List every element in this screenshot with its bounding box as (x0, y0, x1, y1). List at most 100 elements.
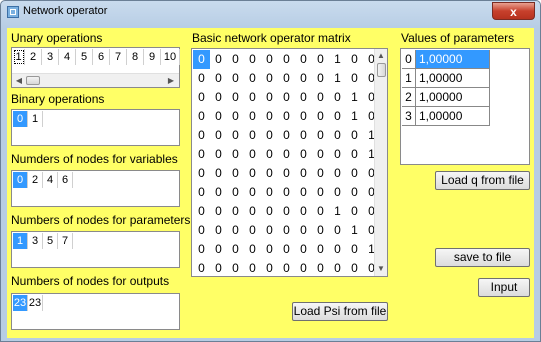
matrix-cell[interactable]: 0 (261, 50, 278, 69)
matrix-cell[interactable]: 0 (312, 183, 329, 202)
unary-cell[interactable]: 2 (25, 49, 42, 65)
matrix-cell[interactable]: 0 (244, 126, 261, 145)
parameters_nodes-cell[interactable]: 5 (43, 233, 58, 249)
matrix-cell[interactable]: 0 (295, 221, 312, 240)
matrix-cell[interactable]: 0 (244, 50, 261, 69)
load-psi-button[interactable]: Load Psi from file (292, 302, 388, 321)
matrix-cell[interactable]: 0 (312, 88, 329, 107)
matrix-cell[interactable]: 0 (295, 69, 312, 88)
matrix-cell[interactable]: 0 (210, 202, 227, 221)
variables-cell[interactable]: 2 (28, 172, 43, 188)
matrix-cell[interactable]: 0 (193, 164, 210, 183)
matrix-cell[interactable]: 0 (278, 221, 295, 240)
matrix-cell[interactable]: 0 (193, 202, 210, 221)
matrix-cell[interactable]: 0 (346, 50, 363, 69)
matrix-cell[interactable]: 0 (278, 88, 295, 107)
matrix-cell[interactable]: 0 (346, 240, 363, 259)
unary-hscrollbar[interactable]: ◀ ▶ (12, 73, 179, 87)
matrix-cell[interactable]: 0 (244, 88, 261, 107)
matrix-cell[interactable]: 0 (193, 183, 210, 202)
load-q-button[interactable]: Load q from file (435, 171, 530, 190)
matrix-cell[interactable]: 0 (278, 202, 295, 221)
close-button[interactable]: x (492, 2, 535, 20)
matrix-cell[interactable]: 0 (261, 202, 278, 221)
matrix-cell[interactable]: 0 (261, 145, 278, 164)
scroll-left-icon[interactable]: ◀ (12, 74, 26, 88)
matrix-cell[interactable]: 0 (295, 88, 312, 107)
matrix-cell[interactable]: 0 (312, 240, 329, 259)
matrix-cell[interactable]: 0 (346, 259, 363, 276)
matrix-cell[interactable]: 0 (278, 126, 295, 145)
binary-grid[interactable]: 01 (11, 109, 180, 146)
matrix-cell[interactable]: 0 (312, 50, 329, 69)
unary-cell[interactable]: 9 (144, 49, 161, 65)
param-row[interactable]: 1 1,00000 (402, 69, 490, 88)
matrix-cell[interactable]: 0 (193, 126, 210, 145)
matrix-cell[interactable]: 0 (261, 240, 278, 259)
matrix-cell[interactable]: 1 (329, 50, 346, 69)
unary-scroll-thumb[interactable] (26, 76, 40, 85)
matrix-cell[interactable]: 0 (278, 240, 295, 259)
variables-cell[interactable]: 0 (13, 172, 28, 188)
matrix-cell[interactable]: 0 (261, 88, 278, 107)
matrix-cell[interactable]: 0 (227, 240, 244, 259)
matrix-cell[interactable]: 1 (329, 202, 346, 221)
matrix-cell[interactable]: 0 (278, 107, 295, 126)
matrix-cell[interactable]: 0 (261, 164, 278, 183)
unary-cell[interactable]: 5 (76, 49, 93, 65)
param-row[interactable]: 2 1,00000 (402, 88, 490, 107)
matrix-cell[interactable]: 0 (329, 107, 346, 126)
matrix-cell[interactable]: 0 (193, 50, 210, 69)
matrix-cell[interactable]: 1 (346, 221, 363, 240)
matrix-cell[interactable]: 0 (346, 145, 363, 164)
matrix-cell[interactable]: 0 (193, 240, 210, 259)
matrix-cell[interactable]: 0 (210, 126, 227, 145)
variables-cell[interactable]: 6 (58, 172, 73, 188)
matrix-cell[interactable]: 0 (244, 145, 261, 164)
matrix-cell[interactable]: 0 (329, 126, 346, 145)
matrix-cell[interactable]: 0 (295, 183, 312, 202)
matrix-cell[interactable]: 0 (244, 259, 261, 276)
matrix-cell[interactable]: 0 (278, 259, 295, 276)
matrix-cell[interactable]: 0 (346, 183, 363, 202)
matrix-cell[interactable]: 0 (295, 259, 312, 276)
matrix-cell[interactable]: 1 (329, 69, 346, 88)
matrix-cell[interactable]: 0 (244, 221, 261, 240)
matrix-cell[interactable]: 0 (210, 88, 227, 107)
variables-grid[interactable]: 0246 (11, 170, 180, 207)
parameters-nodes-grid[interactable]: 1357 (11, 231, 180, 268)
matrix-cell[interactable]: 0 (227, 164, 244, 183)
matrix-cell[interactable]: 0 (329, 240, 346, 259)
matrix-cell[interactable]: 0 (329, 183, 346, 202)
matrix-cell[interactable]: 0 (295, 202, 312, 221)
unary-cell[interactable]: 4 (59, 49, 76, 65)
operator-matrix-grid[interactable]: 0000000010000000000100000000000100000000… (191, 48, 388, 277)
matrix-cell[interactable]: 0 (210, 164, 227, 183)
param-value-cell[interactable]: 1,00000 (416, 50, 490, 69)
matrix-cell[interactable]: 1 (346, 88, 363, 107)
matrix-vscrollbar[interactable]: ▲ ▼ (374, 49, 387, 276)
parameters_nodes-cell[interactable]: 1 (13, 233, 28, 249)
input-button[interactable]: Input (478, 278, 530, 297)
unary-cell[interactable]: 3 (42, 49, 59, 65)
unary-cell[interactable]: 7 (110, 49, 127, 65)
matrix-cell[interactable]: 0 (312, 221, 329, 240)
param-row[interactable]: 0 1,00000 (402, 50, 490, 69)
outputs-grid[interactable]: 23 23 (11, 293, 180, 330)
matrix-cell[interactable]: 0 (193, 259, 210, 276)
matrix-cell[interactable]: 0 (278, 145, 295, 164)
matrix-cell[interactable]: 0 (295, 240, 312, 259)
matrix-cell[interactable]: 0 (210, 240, 227, 259)
scroll-up-icon[interactable]: ▲ (375, 49, 387, 63)
matrix-cell[interactable]: 0 (295, 50, 312, 69)
unary-grid[interactable]: 1 2 3 4 5 6 7 8 9 10 ◀ ▶ (11, 47, 180, 88)
matrix-cell[interactable]: 0 (278, 69, 295, 88)
unary-cell[interactable]: 10 (161, 49, 180, 65)
matrix-cell[interactable]: 0 (227, 221, 244, 240)
matrix-cell[interactable]: 0 (227, 69, 244, 88)
matrix-cell[interactable]: 0 (312, 164, 329, 183)
matrix-scroll-thumb[interactable] (377, 63, 386, 77)
matrix-cell[interactable]: 0 (278, 183, 295, 202)
matrix-cell[interactable]: 0 (312, 145, 329, 164)
param-value-cell[interactable]: 1,00000 (416, 69, 490, 88)
